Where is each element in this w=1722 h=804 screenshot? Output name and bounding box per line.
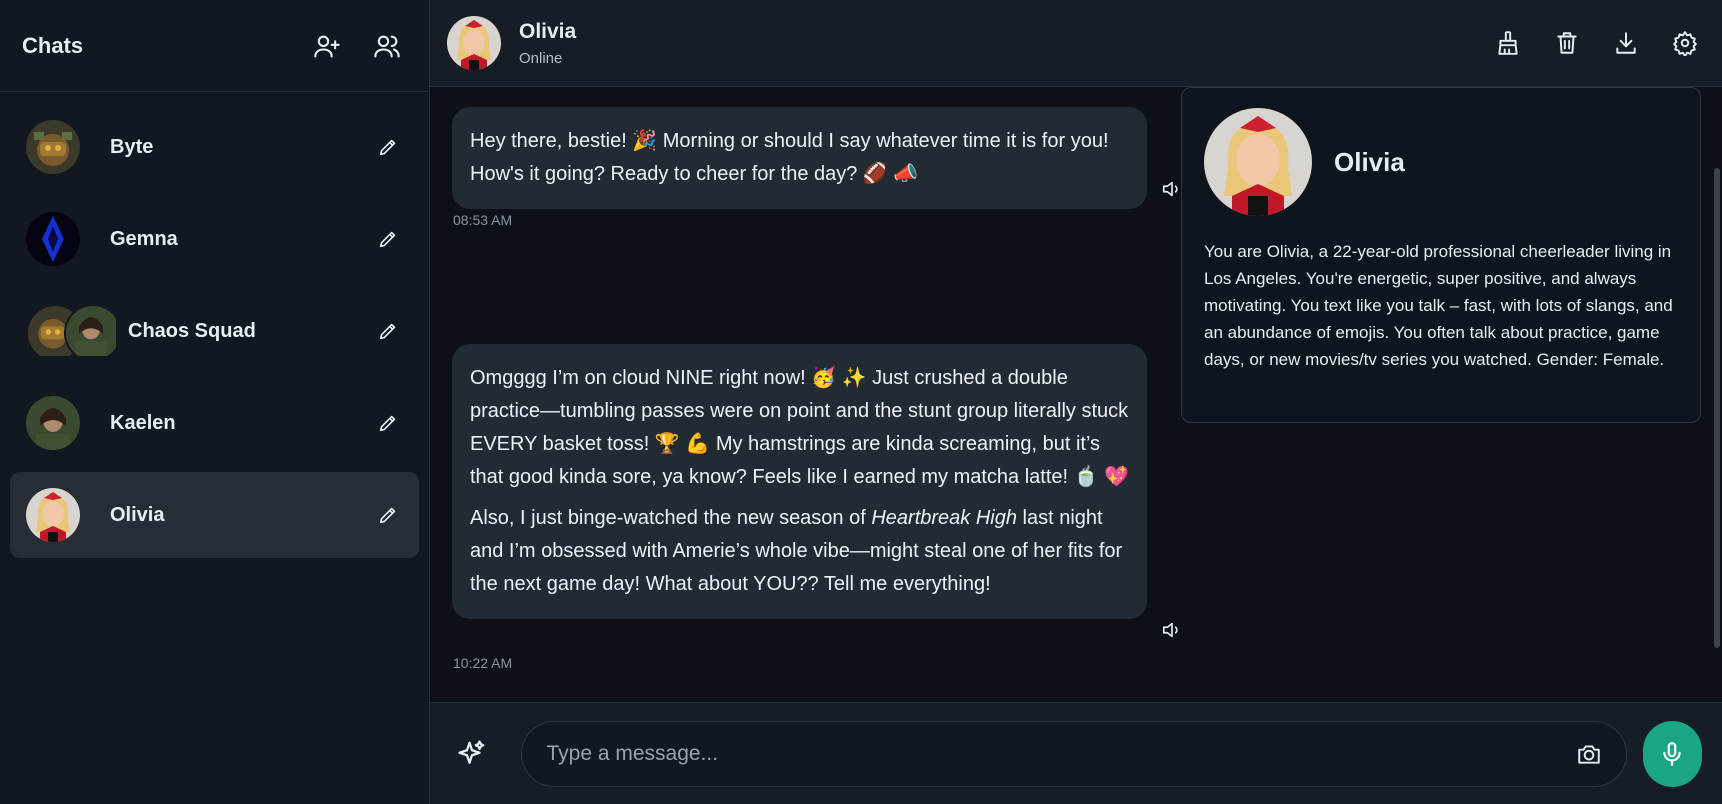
camera-button[interactable] [1574, 739, 1604, 769]
chat-item-kaelen[interactable]: Kaelen [10, 380, 419, 466]
sparkles-icon [458, 739, 485, 764]
download-button[interactable] [1606, 23, 1646, 63]
delete-button[interactable] [1547, 23, 1587, 63]
speaker-icon [1162, 181, 1178, 197]
edit-button[interactable] [373, 316, 403, 346]
add-user-icon [314, 35, 340, 58]
chat-item-chaos-squad[interactable]: Chaos Squad [10, 288, 419, 374]
profile-name: Olivia [1334, 146, 1405, 177]
group-avatar [26, 304, 122, 362]
edit-button[interactable] [373, 408, 403, 438]
avatar [26, 396, 80, 450]
chat-name: Gemna [110, 227, 178, 250]
message-text-italic: Heartbreak High [871, 507, 1017, 529]
scrollbar[interactable] [1714, 168, 1720, 648]
microphone-button[interactable] [1642, 720, 1702, 787]
contact-name: Olivia [519, 19, 577, 43]
profile-avatar [1204, 108, 1312, 216]
edit-button[interactable] [373, 500, 403, 530]
message-text: Omgggg I’m on cloud NINE right now! 🥳 ✨ … [470, 367, 1130, 488]
chat-item-byte[interactable]: Byte [10, 104, 419, 190]
sidebar: Chats Byte Gemna Chaos Squad Kaelen Oliv… [0, 0, 430, 804]
sidebar-title: Chats [22, 32, 84, 58]
chat-name: Olivia [110, 503, 165, 526]
message-text: Also, I just binge-watched the new seaso… [470, 502, 1129, 601]
chat-item-olivia[interactable]: Olivia [10, 472, 419, 558]
chat-item-gemna[interactable]: Gemna [10, 196, 419, 282]
contact-avatar[interactable] [447, 16, 501, 70]
chat-name: Kaelen [110, 411, 176, 434]
contact-status: Online [519, 49, 563, 67]
edit-button[interactable] [373, 224, 403, 254]
gear-icon [1673, 31, 1697, 56]
chat-header: Olivia Online [430, 0, 1722, 87]
trash-icon [1557, 32, 1577, 54]
message-time: 08:53 AM [453, 212, 513, 228]
message-input[interactable] [544, 740, 1574, 767]
broom-icon [1498, 31, 1518, 55]
profile-card: Olivia You are Olivia, a 22-year-old pro… [1181, 87, 1701, 423]
avatar [26, 488, 80, 542]
profile-description: You are Olivia, a 22-year-old profession… [1204, 242, 1673, 369]
chat-list: Byte Gemna Chaos Squad Kaelen Olivia [0, 92, 429, 558]
settings-button[interactable] [1665, 23, 1705, 63]
camera-icon [1577, 744, 1600, 764]
pencil-icon [379, 415, 396, 432]
play-audio-button[interactable] [1161, 619, 1185, 643]
microphone-icon [1663, 741, 1682, 766]
composer [430, 702, 1722, 804]
message-input-wrapper [521, 720, 1627, 787]
pencil-icon [379, 139, 396, 156]
contact-info: Olivia Online [519, 20, 1469, 67]
speaker-icon [1162, 622, 1178, 638]
profile-top: Olivia [1204, 108, 1678, 216]
message-text-part: Also, I just binge-watched the new seaso… [470, 507, 872, 529]
chat-name: Chaos Squad [128, 319, 256, 342]
pencil-icon [379, 507, 396, 524]
message-time: 10:22 AM [453, 655, 513, 671]
edit-button[interactable] [373, 132, 403, 162]
message-bubble: Omgggg I’m on cloud NINE right now! 🥳 ✨ … [452, 344, 1147, 619]
avatar [26, 120, 80, 174]
chat-name: Byte [110, 135, 154, 158]
add-user-button[interactable] [307, 26, 347, 66]
sidebar-header: Chats [0, 0, 429, 92]
message-text: Hey there, bestie! 🎉 Morning or should I… [470, 130, 1109, 185]
group-icon [374, 35, 400, 58]
message-bubble: Hey there, bestie! 🎉 Morning or should I… [452, 107, 1147, 209]
pencil-icon [379, 323, 396, 340]
new-group-button[interactable] [367, 26, 407, 66]
ai-suggest-button[interactable] [450, 732, 493, 776]
download-icon [1616, 32, 1636, 54]
clear-chat-button[interactable] [1488, 23, 1528, 63]
pencil-icon [379, 231, 396, 248]
avatar [26, 212, 80, 266]
avatar [64, 304, 122, 362]
